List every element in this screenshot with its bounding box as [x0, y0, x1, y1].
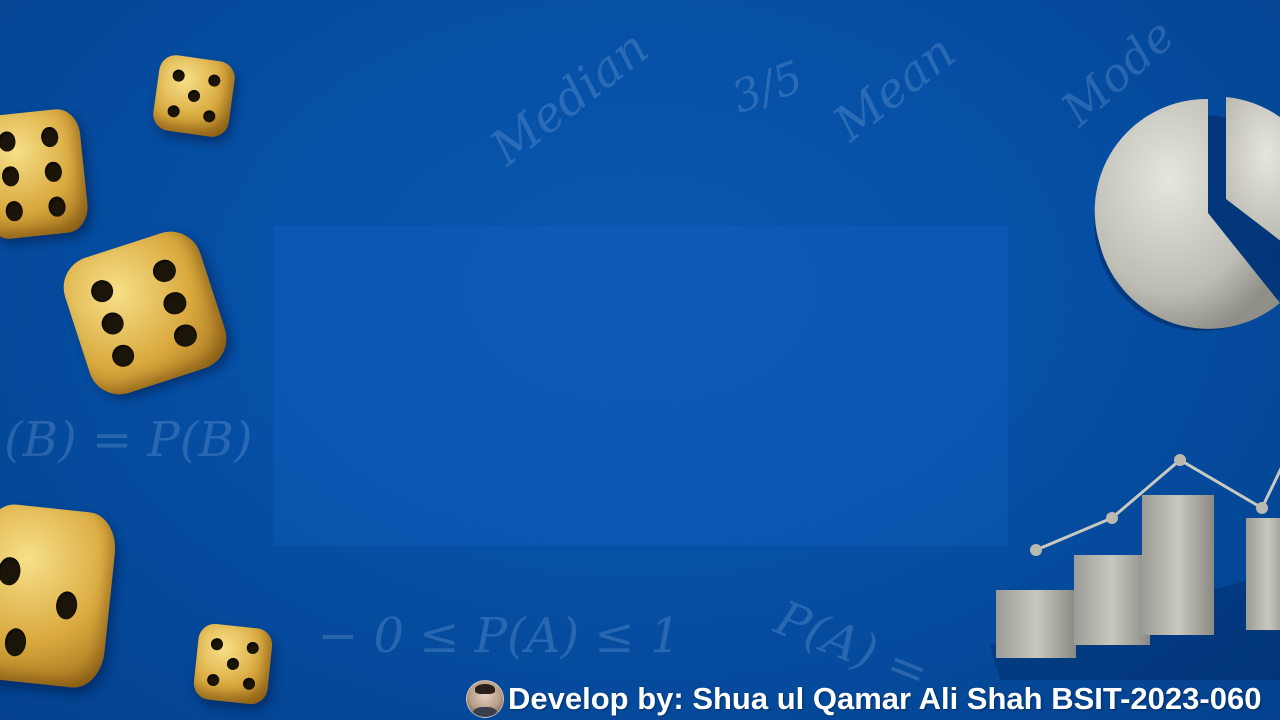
developer-credit-text: Develop by: Shua ul Qamar Ali Shah BSIT-… — [508, 681, 1262, 716]
bg-text-fraction: 3/5 — [725, 51, 810, 124]
bar-chart-icon — [990, 454, 1280, 680]
dice-icon — [151, 53, 237, 139]
bg-text-equation-b: (B) = P(B) — [4, 412, 253, 468]
dice-icon — [55, 223, 235, 403]
dice-icon — [0, 501, 119, 691]
developer-credit: Develop by: Shua ul Qamar Ali Shah BSIT-… — [466, 680, 1261, 718]
content-panel — [273, 226, 1008, 546]
bg-text-mean: Mean — [823, 23, 966, 153]
pie-chart-icon — [1094, 97, 1280, 331]
title-slide: Median 3/5 Mean Mode (B) = P(B) − 0 ≤ P(… — [0, 0, 1280, 720]
dice-icon — [0, 107, 91, 241]
dice-icon — [192, 622, 274, 706]
bg-text-probability-range: − 0 ≤ P(A) ≤ 1 — [318, 608, 681, 664]
avatar — [466, 680, 504, 718]
bg-text-median: Median — [480, 19, 659, 177]
